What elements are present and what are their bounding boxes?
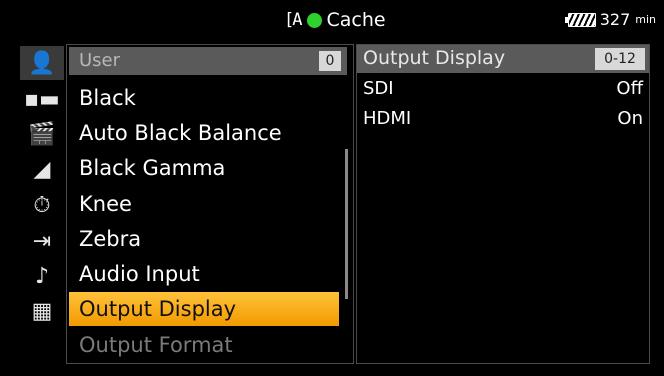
battery-unit: min xyxy=(635,13,656,26)
menu-item-output-format[interactable]: Output Format xyxy=(69,328,339,362)
menu-item-audio-input[interactable]: Audio Input xyxy=(69,257,339,291)
menu-item-black-gamma[interactable]: Black Gamma xyxy=(69,151,339,185)
cache-label: Cache xyxy=(326,9,386,31)
detail-row-label: SDI xyxy=(363,78,394,99)
detail-row-label: HDMI xyxy=(363,108,412,129)
detail-range-badge: 0-12 xyxy=(595,48,645,70)
detail-row-value: On xyxy=(617,108,643,129)
status-bar: [A Cache 327 min xyxy=(0,0,664,38)
menu-item-zebra[interactable]: Zebra xyxy=(69,222,339,256)
detail-title: Output Display xyxy=(363,47,506,69)
detail-row-sdi[interactable]: SDI Off xyxy=(363,75,643,103)
battery-indicator: 327 min xyxy=(564,10,656,29)
detail-header: Output Display 0-12 xyxy=(357,45,649,73)
cache-indicator: [A Cache xyxy=(284,8,386,32)
menu-item-auto-black-balance[interactable]: Auto Black Balance xyxy=(69,116,339,150)
menu-list: User 0 Black Auto Black Balance Black Ga… xyxy=(66,44,354,364)
paint-icon[interactable]: ◢ xyxy=(20,152,64,186)
media-slot-icon: [A xyxy=(284,9,303,30)
list-header-label: User xyxy=(79,50,121,71)
camera-icon[interactable]: ▪▬ xyxy=(20,82,64,116)
output-icon[interactable]: ⇥ xyxy=(20,224,64,258)
detail-row-value: Off xyxy=(616,78,643,99)
menu-item-knee[interactable]: Knee xyxy=(69,187,339,221)
battery-remaining: 327 xyxy=(599,10,631,29)
timecode-icon[interactable]: ⏱ xyxy=(20,188,64,222)
checker-icon[interactable]: ▦ xyxy=(20,294,64,328)
user-menu-icon[interactable]: 👤 xyxy=(20,46,64,80)
menu-item-black[interactable]: Black xyxy=(69,81,339,115)
list-header-badge: 0 xyxy=(319,51,341,71)
list-scrollbar[interactable] xyxy=(345,149,348,299)
clapper-icon[interactable]: 🎬 xyxy=(20,117,64,151)
category-sidebar: 👤 ▪▬ 🎬 ◢ ⏱ ⇥ ♪ ▦ xyxy=(20,44,64,364)
audio-icon[interactable]: ♪ xyxy=(20,259,64,293)
battery-icon xyxy=(564,12,596,27)
record-status-icon xyxy=(307,12,323,28)
detail-panel: Output Display 0-12 SDI Off HDMI On xyxy=(356,44,650,364)
detail-row-hdmi[interactable]: HDMI On xyxy=(363,105,643,133)
menu-item-output-display[interactable]: Output Display xyxy=(69,292,339,326)
list-header: User 0 xyxy=(69,47,347,75)
